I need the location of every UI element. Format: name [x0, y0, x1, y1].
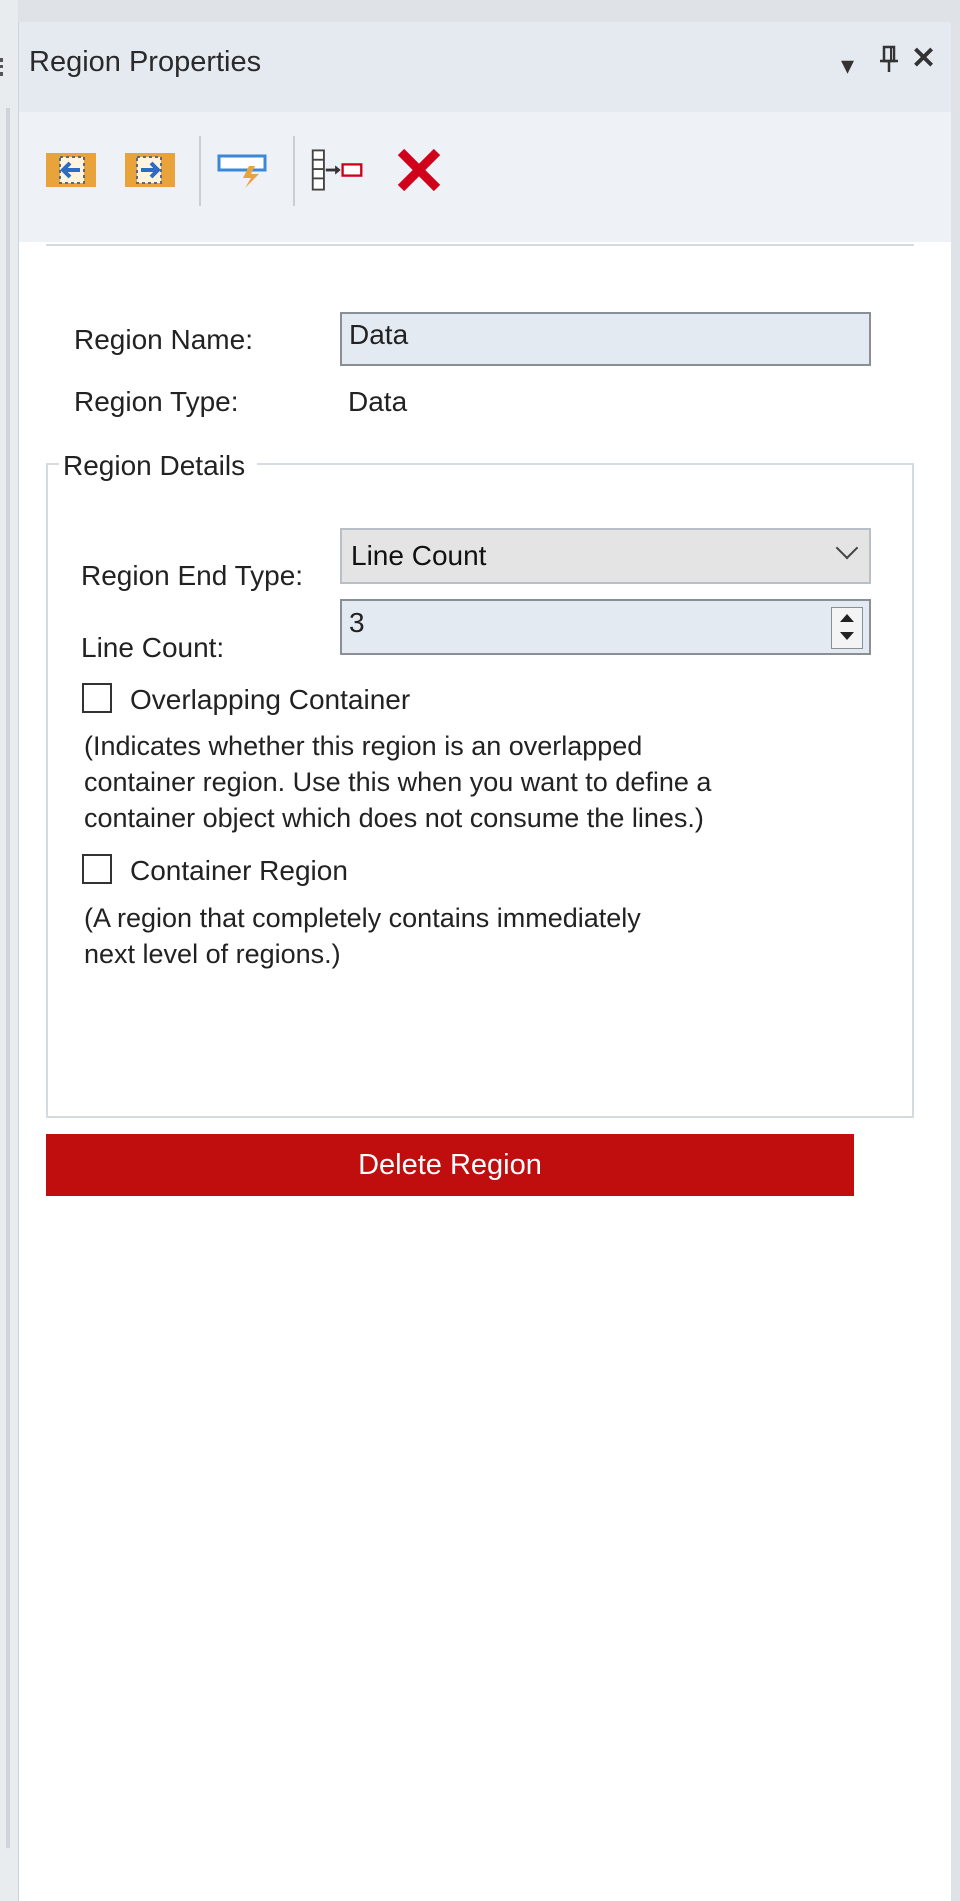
- delete-icon[interactable]: [391, 142, 447, 198]
- panel-menu-dropdown-icon[interactable]: ▾: [841, 52, 854, 78]
- toolbar-separator: [293, 136, 295, 206]
- description-line: container object which does not consume …: [84, 803, 704, 833]
- insert-column-icon[interactable]: [309, 142, 365, 198]
- container-region-label[interactable]: Container Region: [130, 855, 348, 887]
- panel-title: Region Properties: [29, 46, 262, 78]
- overlapping-container-checkbox[interactable]: [82, 683, 112, 713]
- delete-region-button[interactable]: Delete Region: [46, 1134, 854, 1196]
- region-details-legend: Region Details: [59, 450, 258, 482]
- close-icon[interactable]: ✕: [911, 44, 936, 74]
- region-type-value: Data: [348, 386, 408, 417]
- grip-icon[interactable]: [0, 58, 8, 76]
- move-right-icon[interactable]: [122, 142, 178, 198]
- spin-buttons[interactable]: [831, 607, 863, 649]
- left-dock-strip: [0, 0, 18, 1901]
- divider: [46, 244, 914, 246]
- region-end-type-select[interactable]: Line Count: [340, 528, 871, 584]
- region-end-type-value: Line Count: [351, 540, 487, 571]
- description-line: (A region that completely contains immed…: [84, 903, 641, 933]
- chevron-down-icon: [835, 536, 859, 560]
- overlapping-container-label[interactable]: Overlapping Container: [130, 684, 410, 716]
- region-name-label: Region Name:: [74, 324, 253, 355]
- region-end-type-label: Region End Type:: [81, 560, 304, 591]
- description-line: container region. Use this when you want…: [84, 767, 712, 797]
- description-line: (Indicates whether this region is an ove…: [84, 731, 643, 761]
- panel-titlebar: Region Properties ▾ ✕: [19, 22, 951, 112]
- line-count-value: 3: [349, 607, 365, 638]
- region-name-input[interactable]: Data: [340, 312, 871, 366]
- move-left-icon[interactable]: [43, 142, 99, 198]
- overlapping-container-description: (Indicates whether this region is an ove…: [84, 728, 711, 836]
- spin-down-icon[interactable]: [840, 632, 854, 640]
- container-region-checkbox[interactable]: [82, 854, 112, 884]
- region-type-label: Region Type:: [74, 386, 239, 417]
- line-count-label: Line Count:: [81, 632, 225, 663]
- toolbar-separator: [199, 136, 201, 206]
- region-properties-panel: Region Properties ▾ ✕ Region Name: Data …: [18, 22, 951, 1901]
- description-line: next level of regions.): [84, 939, 341, 969]
- line-count-stepper[interactable]: 3: [340, 599, 871, 655]
- convert-region-icon[interactable]: [215, 142, 271, 198]
- pin-icon[interactable]: [877, 44, 901, 79]
- spin-up-icon[interactable]: [840, 614, 854, 622]
- toolbar: [19, 112, 951, 242]
- container-region-description: (A region that completely contains immed…: [84, 900, 641, 972]
- dock-edge: [6, 108, 10, 1848]
